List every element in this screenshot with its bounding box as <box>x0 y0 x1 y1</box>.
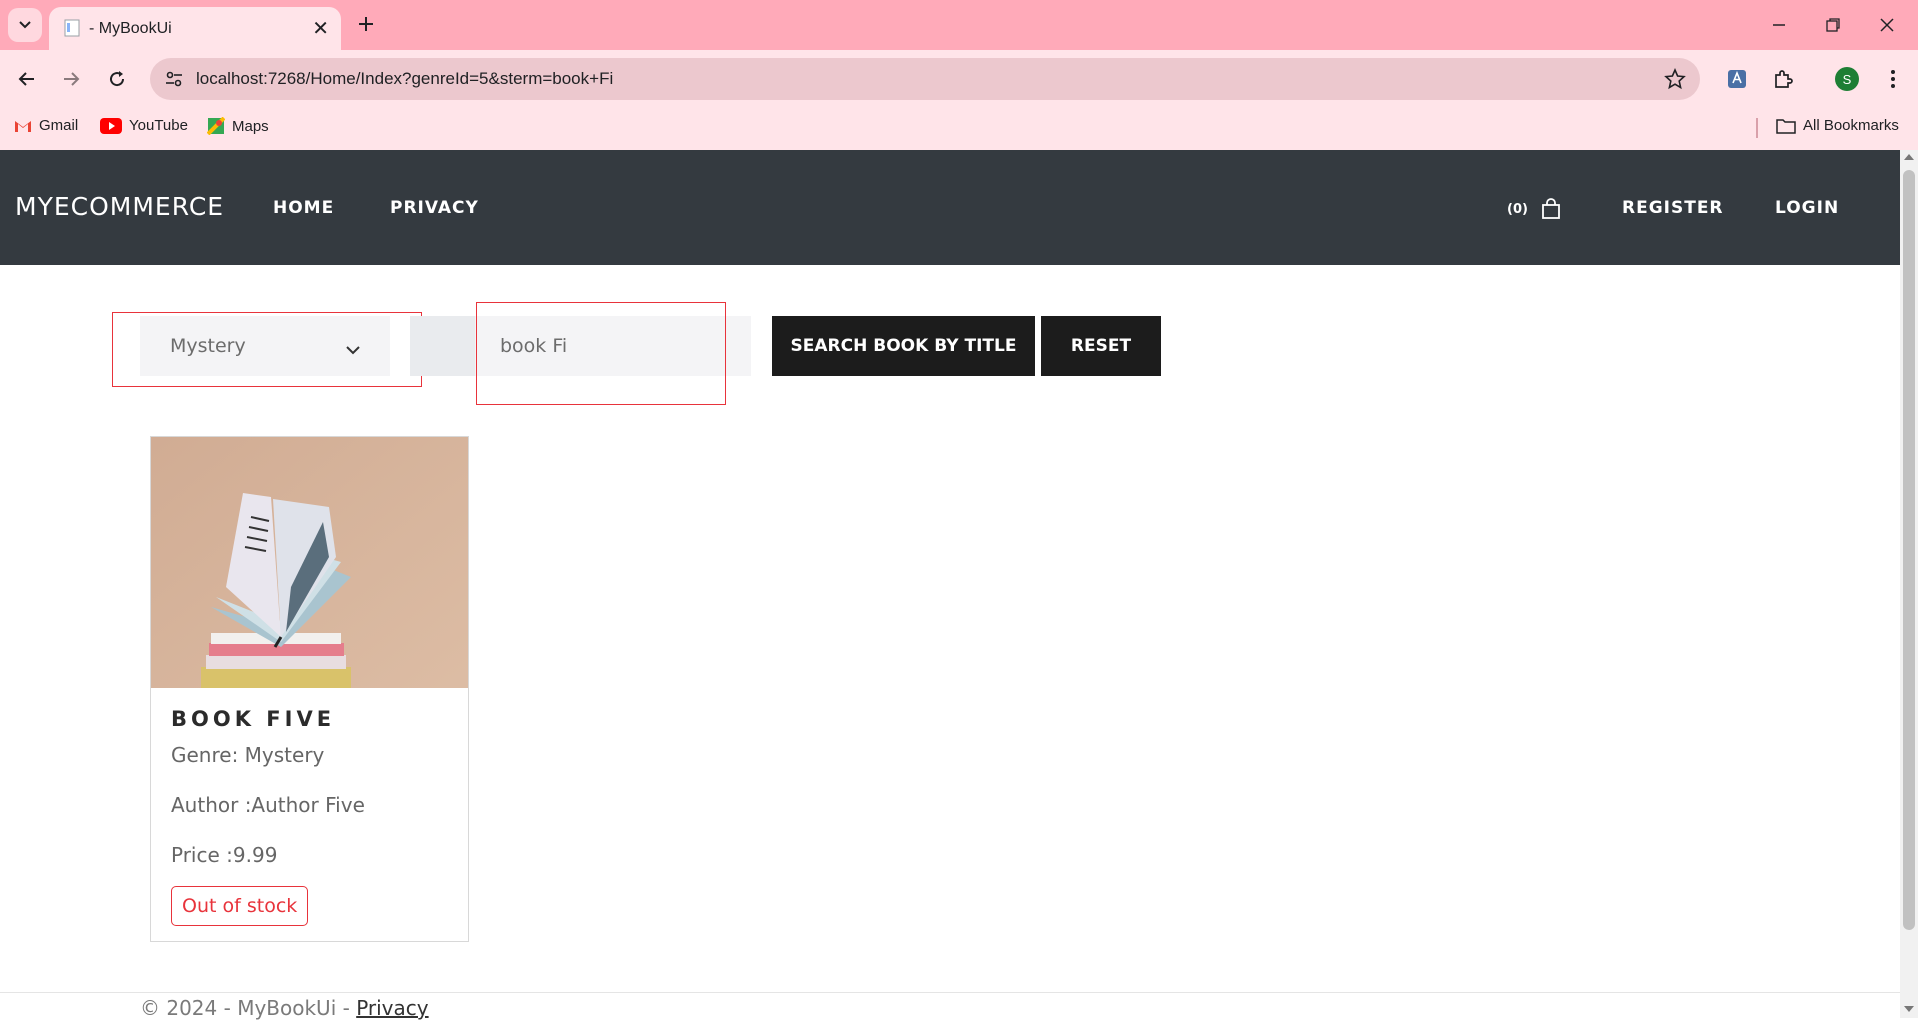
book-card: BOOK FIVE Genre: Mystery Author :Author … <box>150 436 469 942</box>
youtube-icon <box>100 117 122 134</box>
bookmark-label: YouTube <box>129 117 188 134</box>
back-button[interactable] <box>12 64 42 94</box>
search-highlight-box <box>476 302 726 405</box>
close-window-button[interactable] <box>1872 12 1902 38</box>
search-input-addon <box>410 316 475 376</box>
address-bar[interactable]: localhost:7268/Home/Index?genreId=5&ster… <box>150 58 1700 100</box>
chevron-down-icon <box>19 21 31 29</box>
book-cover-image <box>151 437 468 688</box>
page-favicon-icon <box>64 19 80 41</box>
reset-button[interactable]: RESET <box>1041 316 1161 376</box>
more-vertical-icon <box>1891 70 1895 88</box>
bookmark-gmail[interactable]: Gmail <box>14 117 78 134</box>
plus-icon <box>359 17 373 31</box>
minimize-icon <box>1773 24 1785 26</box>
url-text: localhost:7268/Home/Index?genreId=5&ster… <box>196 69 614 88</box>
page-footer: © 2024 - MyBookUi - Privacy <box>140 996 429 1020</box>
footer-privacy-link[interactable]: Privacy <box>356 996 428 1020</box>
scrollbar-thumb[interactable] <box>1903 170 1915 930</box>
close-icon <box>1880 18 1894 32</box>
shopping-bag-icon[interactable] <box>1541 198 1561 224</box>
genre-highlight-box <box>112 312 422 387</box>
bookmark-youtube[interactable]: YouTube <box>100 117 188 134</box>
bookmark-maps[interactable]: Maps <box>207 117 269 135</box>
browser-tab-active[interactable]: - MyBookUi ✕ <box>49 7 341 50</box>
cart-count[interactable]: (0) <box>1507 202 1528 217</box>
extension-translate-icon[interactable] <box>1722 64 1752 94</box>
bookmark-star-icon[interactable] <box>1664 67 1686 94</box>
browser-tab-strip: - MyBookUi ✕ <box>0 0 1918 50</box>
restore-icon <box>1826 18 1840 32</box>
new-tab-button[interactable] <box>352 10 380 38</box>
book-price: Price :9.99 <box>171 843 278 867</box>
nav-register-link[interactable]: REGISTER <box>1622 198 1724 218</box>
profile-initial: S <box>1835 67 1859 91</box>
forward-button[interactable] <box>56 64 86 94</box>
book-title: BOOK FIVE <box>171 707 336 731</box>
bookmark-label: Maps <box>232 117 269 135</box>
restore-button[interactable] <box>1818 12 1848 38</box>
browser-menu-button[interactable] <box>1878 64 1908 94</box>
gmail-icon <box>15 120 31 132</box>
tab-title: - MyBookUi <box>89 20 172 37</box>
search-book-button[interactable]: SEARCH BOOK BY TITLE <box>772 316 1035 376</box>
arrow-right-icon <box>64 72 80 86</box>
stock-status-badge: Out of stock <box>171 886 309 926</box>
arrow-left-icon <box>18 72 34 86</box>
site-navbar: MYECOMMERCE HOME PRIVACY (0) REGISTER LO… <box>0 150 1900 265</box>
browser-toolbar: localhost:7268/Home/Index?genreId=5&ster… <box>0 50 1918 108</box>
close-tab-icon[interactable]: ✕ <box>312 17 329 39</box>
folder-icon <box>1776 118 1796 134</box>
book-genre: Genre: Mystery <box>171 743 325 767</box>
nav-login-link[interactable]: LOGIN <box>1775 198 1839 218</box>
bookmarks-divider <box>1756 118 1758 138</box>
tab-search-button[interactable] <box>8 8 42 42</box>
book-author: Author :Author Five <box>171 793 365 817</box>
extensions-puzzle-icon[interactable] <box>1768 64 1798 94</box>
bookmark-label: Gmail <box>39 117 79 134</box>
scroll-up-arrow-icon[interactable] <box>1904 154 1914 160</box>
all-bookmarks-button[interactable]: All Bookmarks <box>1776 117 1899 134</box>
scroll-down-arrow-icon[interactable] <box>1904 1006 1914 1012</box>
site-info-icon[interactable] <box>164 69 184 93</box>
profile-avatar[interactable]: S <box>1832 64 1862 94</box>
nav-home-link[interactable]: HOME <box>273 198 334 218</box>
maps-icon <box>207 117 225 135</box>
reload-button[interactable] <box>102 64 132 94</box>
brand-logo[interactable]: MYECOMMERCE <box>15 192 224 221</box>
nav-privacy-link[interactable]: PRIVACY <box>390 198 479 218</box>
footer-divider <box>0 992 1900 993</box>
bookmarks-bar: Gmail YouTube Maps All Bookmarks <box>0 108 1918 150</box>
page-scrollbar[interactable] <box>1900 150 1918 1018</box>
reload-icon <box>110 71 125 87</box>
minimize-button[interactable] <box>1764 12 1794 38</box>
all-bookmarks-label: All Bookmarks <box>1803 117 1899 134</box>
footer-copyright: © 2024 - MyBookUi - <box>140 996 357 1020</box>
